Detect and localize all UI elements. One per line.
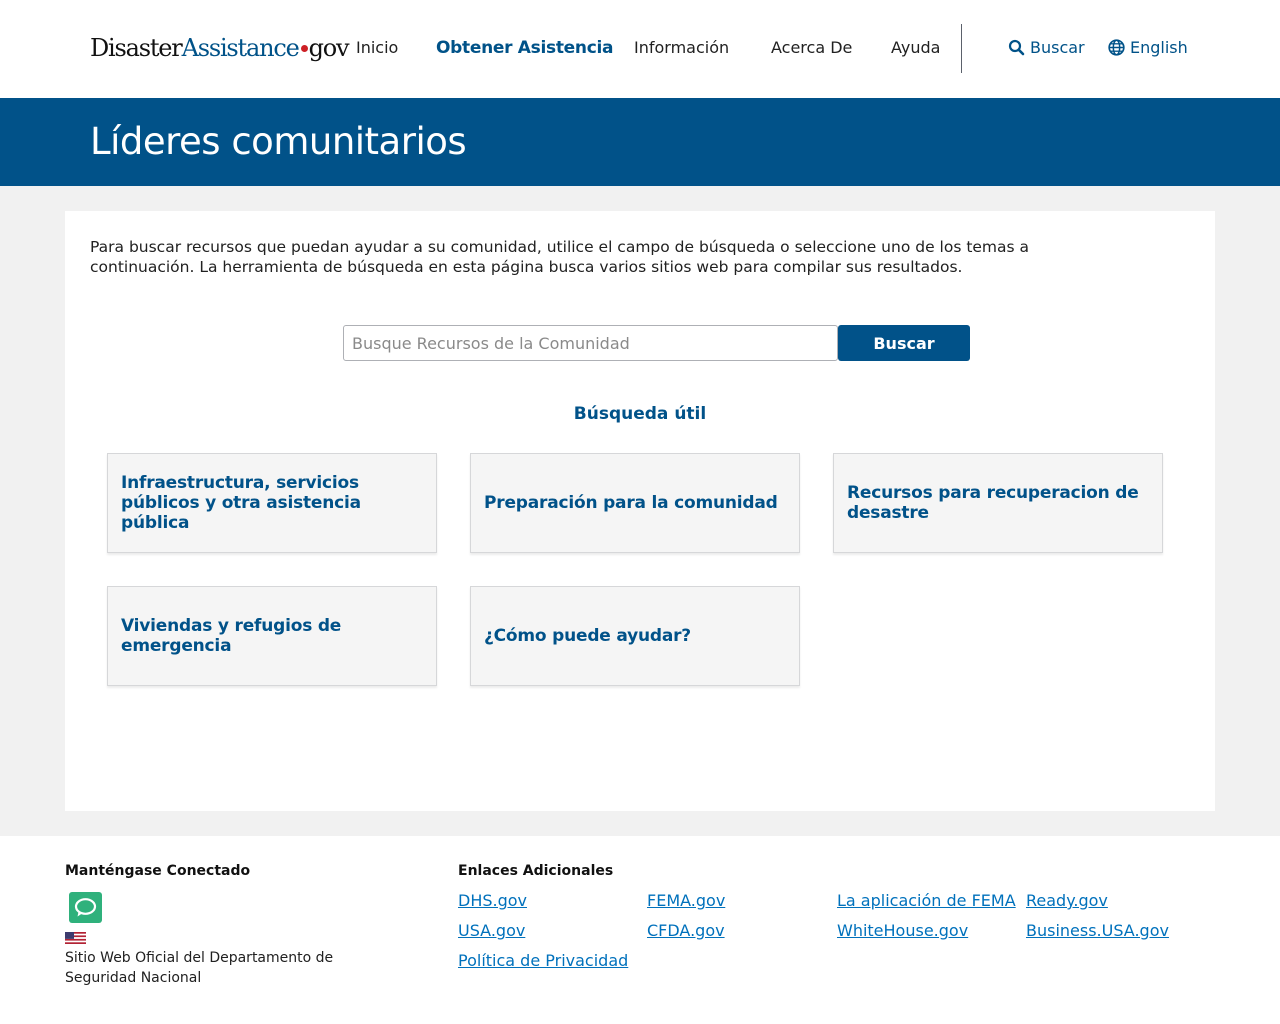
topic-recursos-recuperacion[interactable]: Recursos para recuperacion de desastre — [833, 453, 1163, 553]
topic-viviendas-refugios[interactable]: Viviendas y refugios de emergencia — [107, 586, 437, 686]
topic-label: ¿Cómo puede ayudar? — [484, 626, 691, 646]
language-toggle[interactable]: English — [1108, 38, 1188, 57]
topic-preparacion[interactable]: Preparación para la comunidad — [470, 453, 800, 553]
nav-item-acerca-de[interactable]: Acerca De — [771, 38, 852, 57]
footer-link-privacy[interactable]: Política de Privacidad — [458, 951, 628, 970]
nav-item-inicio[interactable]: Inicio — [356, 38, 398, 57]
site-footer: Manténgase Conectado Sitio Web Oficial d… — [0, 836, 1280, 1024]
logo-dot — [300, 45, 308, 52]
topic-label: Viviendas y refugios de emergencia — [121, 616, 342, 656]
footer-link-cfda[interactable]: CFDA.gov — [647, 921, 725, 940]
nav-item-informacion[interactable]: Información — [634, 38, 729, 57]
topic-como-puede-ayudar[interactable]: ¿Cómo puede ayudar? — [470, 586, 800, 686]
header-search-label: Buscar — [1030, 38, 1085, 57]
header-search-link[interactable]: Buscar — [1008, 38, 1085, 57]
topic-label: Infraestructura, servicios públicos y ot… — [121, 473, 361, 533]
site-logo[interactable]: DisasterAssistance gov — [90, 34, 350, 62]
intro-text: Para buscar recursos que puedan ayudar a… — [90, 238, 1030, 276]
helpful-search-heading: Búsqueda útil — [573, 404, 707, 424]
chat-bubble-icon[interactable] — [69, 892, 102, 923]
language-label: English — [1130, 38, 1188, 57]
footer-link-fema-app[interactable]: La aplicación de FEMA — [837, 891, 1016, 910]
page-title: Líderes comunitarios — [90, 120, 467, 163]
logo-text-gov: gov — [308, 34, 350, 62]
globe-icon — [1108, 39, 1125, 56]
main-card: Para buscar recursos que puedan ayudar a… — [65, 211, 1215, 811]
topic-infraestructura[interactable]: Infraestructura, servicios públicos y ot… — [107, 453, 437, 553]
footer-link-usa[interactable]: USA.gov — [458, 921, 525, 940]
topic-label: Preparación para la comunidad — [484, 493, 778, 513]
community-search-button[interactable]: Buscar — [838, 325, 970, 361]
footer-link-fema[interactable]: FEMA.gov — [647, 891, 725, 910]
footer-link-whitehouse[interactable]: WhiteHouse.gov — [837, 921, 968, 940]
footer-link-dhs[interactable]: DHS.gov — [458, 891, 527, 910]
footer-link-business-usa[interactable]: Business.USA.gov — [1026, 921, 1169, 940]
nav-item-obtener-asistencia[interactable]: Obtener Asistencia — [436, 38, 613, 58]
topic-label: Recursos para recuperacion de desastre — [847, 483, 1139, 523]
footer-link-ready[interactable]: Ready.gov — [1026, 891, 1108, 910]
community-search-input[interactable] — [343, 325, 838, 361]
logo-text-disaster: Disaster — [90, 34, 183, 62]
page-hero: Líderes comunitarios — [0, 98, 1280, 186]
nav-divider — [961, 24, 962, 73]
search-icon — [1008, 39, 1025, 56]
nav-item-ayuda[interactable]: Ayuda — [891, 38, 940, 57]
footer-connected-heading: Manténgase Conectado — [65, 863, 251, 879]
us-flag-icon — [65, 932, 86, 944]
site-header: DisasterAssistance gov Inicio Obtener Asi… — [0, 0, 1280, 98]
logo-text-assistance: Assistance — [181, 34, 300, 62]
dhs-official-text: Sitio Web Oficial del Departamento de Se… — [65, 950, 334, 986]
footer-links-heading: Enlaces Adicionales — [458, 863, 614, 879]
